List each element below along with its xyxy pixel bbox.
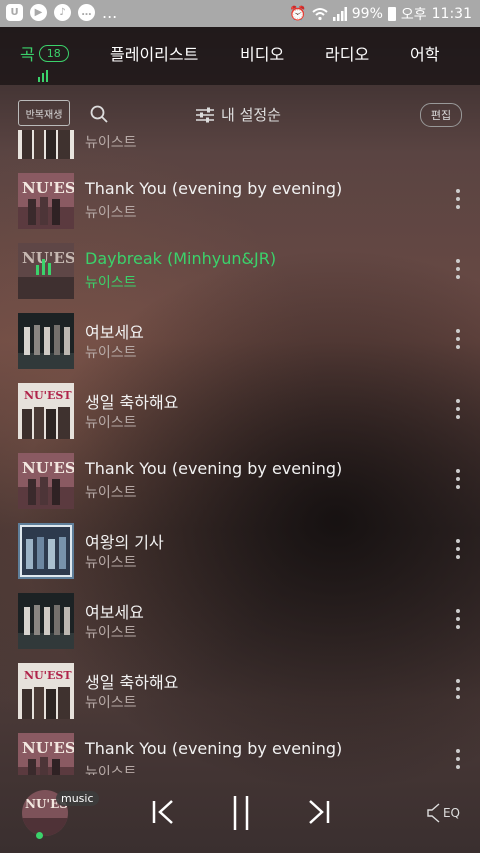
alarm-icon: ⏰ (289, 6, 307, 22)
more-options-icon[interactable] (454, 539, 462, 559)
song-row[interactable]: 뉴이스트 (0, 130, 480, 167)
more-options-icon[interactable] (454, 259, 462, 279)
previous-icon[interactable] (150, 797, 176, 827)
song-artist: 뉴이스트 (85, 135, 137, 151)
music-notification-icon: ♪ (54, 4, 71, 21)
signal-icon (332, 7, 347, 21)
song-row[interactable]: 여왕의 기사 뉴이스트 (0, 517, 480, 587)
battery-icon (387, 7, 396, 21)
search-icon[interactable] (90, 105, 108, 123)
clock: 11:31 (431, 6, 472, 22)
song-title: Thank You (evening by evening) (85, 459, 343, 478)
svg-text:NU'EST: NU'EST (22, 739, 74, 757)
chat-notification-icon: … (78, 4, 95, 21)
now-playing-icon (36, 259, 51, 275)
song-title: Daybreak (Minhyun&JR) (85, 249, 277, 268)
song-artist: 뉴이스트 (85, 345, 137, 361)
song-title: Thank You (evening by evening) (85, 179, 343, 198)
song-row[interactable]: 여보세요 뉴이스트 (0, 587, 480, 657)
song-title: 생일 축하해요 (85, 673, 179, 692)
more-options-icon[interactable] (454, 469, 462, 489)
tab-playlists[interactable]: 플레이리스트 (110, 41, 198, 65)
more-notifications: ... (102, 3, 118, 22)
album-cover (18, 130, 74, 159)
album-cover (18, 313, 74, 369)
song-row[interactable]: NU'EST 생일 축하해요 뉴이스트 (0, 657, 480, 727)
list-toolbar: 반복재생 내 설정순 편집 (0, 85, 480, 130)
repeat-button[interactable]: 반복재생 (18, 100, 70, 126)
song-artist: 뉴이스트 (85, 555, 137, 571)
album-cover (18, 523, 74, 579)
song-title: 생일 축하해요 (85, 393, 179, 412)
tab-songs-label: 곡 (20, 45, 35, 64)
svg-text:NU'EST: NU'EST (24, 669, 72, 682)
tab-videos[interactable]: 비디오 (240, 41, 284, 65)
category-tabs: 곡 18 플레이리스트 비디오 라디오 어학 (0, 27, 480, 85)
more-options-icon[interactable] (454, 749, 462, 769)
play-notification-icon: ▶ (30, 4, 47, 21)
song-title: 여보세요 (85, 603, 144, 622)
active-tab-indicator (38, 70, 48, 82)
song-row[interactable]: NU'EST Thank You (evening by evening) 뉴이… (0, 727, 480, 775)
repeat-button-label: 반복재생 (25, 109, 63, 121)
ampm-label: 오후 (400, 7, 427, 23)
eq-button[interactable]: EQ (427, 802, 460, 824)
sort-button[interactable]: 내 설정순 (196, 104, 281, 125)
song-row[interactable]: NU'EST Thank You (evening by evening) 뉴이… (0, 447, 480, 517)
sort-settings-icon (196, 107, 214, 122)
song-row-now-playing[interactable]: NU'EST Daybreak (Minhyun&JR) 뉴이스트 (0, 237, 480, 307)
song-artist: 뉴이스트 (85, 205, 137, 221)
song-row[interactable]: NU'EST 생일 축하해요 뉴이스트 (0, 377, 480, 447)
app-notification-icon: U (6, 4, 23, 21)
edit-button[interactable]: 편집 (420, 103, 462, 127)
song-artist: 뉴이스트 (85, 275, 137, 291)
album-cover: NU'EST (18, 453, 74, 509)
status-dot (36, 832, 43, 839)
sort-label: 내 설정순 (221, 106, 281, 124)
tab-radio[interactable]: 라디오 (325, 41, 369, 65)
eq-label: EQ (442, 806, 460, 820)
song-row[interactable]: 여보세요 뉴이스트 (0, 307, 480, 377)
pause-icon[interactable] (229, 794, 253, 832)
mini-player: NU'EST music EQ (0, 775, 480, 853)
next-icon[interactable] (306, 797, 332, 827)
album-cover: NU'EST (18, 663, 74, 719)
more-options-icon[interactable] (454, 189, 462, 209)
song-title: 여보세요 (85, 323, 144, 342)
song-list: 뉴이스트 NU'EST Thank You (evening by evenin… (0, 130, 480, 775)
song-artist: 뉴이스트 (85, 485, 137, 501)
more-options-icon[interactable] (454, 329, 462, 349)
album-cover (18, 593, 74, 649)
speaker-icon (427, 803, 440, 823)
album-cover: NU'EST (18, 383, 74, 439)
song-artist: 뉴이스트 (85, 625, 137, 641)
more-options-icon[interactable] (454, 609, 462, 629)
song-row[interactable]: NU'EST Thank You (evening by evening) 뉴이… (0, 167, 480, 237)
song-artist: 뉴이스트 (85, 695, 137, 711)
status-bar: U ▶ ♪ … ... ⏰ 99% 오후 11:31 (0, 0, 480, 27)
more-options-icon[interactable] (454, 399, 462, 419)
song-artist: 뉴이스트 (85, 765, 137, 775)
album-cover: NU'EST (18, 173, 74, 229)
wifi-icon (312, 8, 328, 21)
song-title: Thank You (evening by evening) (85, 739, 343, 758)
svg-text:NU'EST: NU'EST (22, 459, 74, 477)
svg-text:NU'EST: NU'EST (24, 389, 72, 402)
album-cover: NU'EST (18, 733, 74, 775)
more-options-icon[interactable] (454, 679, 462, 699)
battery-percent: 99% (351, 6, 383, 22)
edit-button-label: 편집 (430, 109, 452, 122)
tab-language[interactable]: 어학 (410, 41, 439, 65)
tab-songs[interactable]: 곡 18 (20, 41, 69, 65)
song-title: 여왕의 기사 (85, 533, 164, 552)
song-count-badge: 18 (38, 44, 69, 62)
song-artist: 뉴이스트 (85, 415, 137, 431)
music-tag: music (56, 791, 99, 806)
svg-text:NU'EST: NU'EST (22, 179, 74, 197)
